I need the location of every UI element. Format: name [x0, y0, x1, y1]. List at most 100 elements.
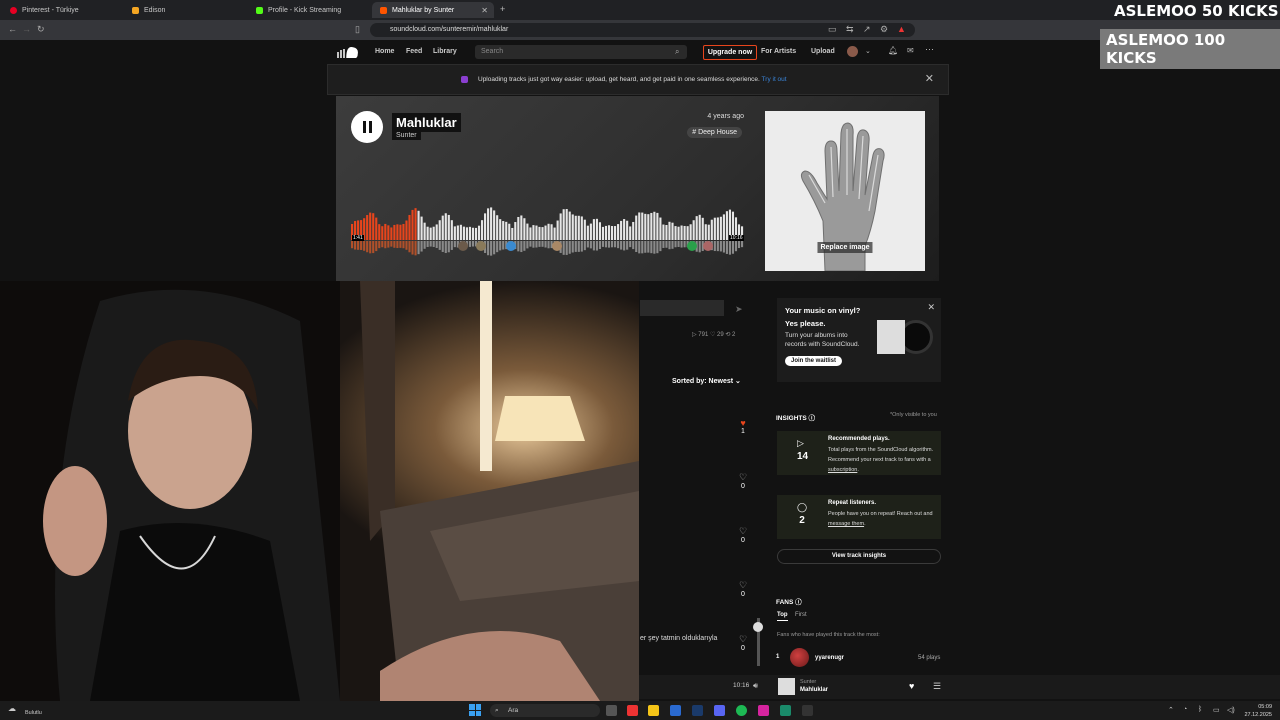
close-tab-icon[interactable]: ✕: [481, 6, 488, 15]
message-link[interactable]: message them: [828, 521, 864, 527]
search-icon[interactable]: ⌕: [675, 47, 679, 57]
comment-input[interactable]: [640, 300, 724, 316]
replace-image-button[interactable]: Replace image: [817, 242, 873, 253]
waveform-bar: [441, 215, 444, 240]
nav-library[interactable]: Library: [433, 48, 457, 55]
nav-feed[interactable]: Feed: [406, 48, 422, 55]
translate-icon[interactable]: ⇆: [846, 24, 854, 35]
start-button[interactable]: [469, 704, 481, 716]
comment-like[interactable]: ♡ 0: [737, 526, 749, 544]
more-icon[interactable]: ⋯: [925, 44, 934, 55]
avatar[interactable]: [458, 241, 468, 251]
search-input[interactable]: Search: [475, 45, 687, 59]
chevron-up-icon[interactable]: ⌃: [1168, 706, 1174, 714]
info-icon[interactable]: ⓘ: [809, 415, 816, 422]
fans-heading: FANS ⓘ: [776, 596, 802, 606]
banner-link[interactable]: Try it out: [762, 76, 787, 83]
subscription-link[interactable]: subscription: [828, 467, 857, 473]
view-insights-button[interactable]: View track insights: [777, 549, 941, 564]
pause-button[interactable]: [351, 111, 383, 143]
reload-icon[interactable]: ↻: [37, 24, 45, 35]
genre-tag[interactable]: # Deep House: [687, 127, 742, 138]
track-cover-image[interactable]: Replace image: [765, 111, 925, 271]
sort-dropdown[interactable]: Sorted by: Newest ⌄: [672, 377, 741, 385]
queue-icon[interactable]: ☰: [933, 681, 941, 692]
avatar[interactable]: [847, 46, 858, 57]
waveform-bar: [544, 225, 547, 240]
waveform-bar: [523, 218, 526, 240]
waveform-bar: [465, 227, 468, 240]
play-icon: ▷: [797, 438, 804, 448]
waveform-bar: [614, 226, 617, 240]
soundcloud-logo-icon[interactable]: [334, 46, 358, 58]
send-icon[interactable]: ➤: [735, 304, 743, 315]
nav-upload[interactable]: Upload: [811, 48, 835, 55]
track-artist[interactable]: Sunter: [392, 131, 421, 140]
bookmark-icon[interactable]: ▯: [355, 24, 360, 35]
close-icon[interactable]: ✕: [925, 65, 934, 94]
tab-first[interactable]: First: [795, 612, 807, 618]
nav-home[interactable]: Home: [375, 48, 394, 55]
avatar[interactable]: [552, 241, 562, 251]
outlook-icon[interactable]: [670, 705, 681, 716]
comment-like[interactable]: ♡ 0: [737, 634, 749, 652]
mail-icon[interactable]: ✉: [907, 46, 914, 55]
back-icon[interactable]: ←: [8, 24, 17, 34]
new-tab-button[interactable]: +: [500, 4, 505, 14]
avatar[interactable]: [476, 241, 486, 251]
repeat-icon: ◯: [797, 502, 808, 512]
volume-icon[interactable]: 🔊︎: [753, 681, 758, 691]
clock[interactable]: 05:09 27.12.2025: [1244, 703, 1272, 719]
forward-icon[interactable]: →: [22, 24, 31, 34]
app-icon[interactable]: [780, 705, 791, 716]
file-explorer-icon[interactable]: [648, 705, 659, 716]
bell-icon[interactable]: 🔔︎: [888, 46, 898, 55]
network-icon[interactable]: ▭: [1213, 706, 1220, 714]
browser-tab-bar: Pinterest - Türkiye Edison Profile - Kic…: [0, 0, 1280, 20]
taskbar-search[interactable]: ⌕ Ara: [490, 704, 600, 717]
spotify-icon[interactable]: [736, 705, 747, 716]
extensions-icon[interactable]: ⚙: [880, 24, 888, 35]
comment-like[interactable]: ♡ 0: [737, 472, 749, 490]
heart-icon[interactable]: ♥: [909, 681, 914, 691]
kicks-alert-2: ASLEMOO 100 KICKS: [1100, 29, 1280, 69]
tray-app-icon[interactable]: ◔: [1183, 706, 1187, 713]
chevron-down-icon[interactable]: ⌄: [865, 47, 871, 55]
fan-name[interactable]: yyarenugr: [815, 655, 844, 661]
weather-icon[interactable]: ☁: [8, 704, 16, 713]
close-icon[interactable]: ✕: [927, 302, 935, 313]
discord-icon[interactable]: [714, 705, 725, 716]
player-title[interactable]: Mahluklar: [800, 687, 828, 693]
avatar[interactable]: [506, 241, 516, 251]
tab-pinterest[interactable]: Pinterest - Türkiye: [2, 2, 122, 18]
comment-like[interactable]: ♥ 1: [737, 418, 749, 435]
obs-icon[interactable]: [802, 705, 813, 716]
tab-soundcloud[interactable]: Mahluklar by Sunter ✕: [372, 2, 494, 18]
avatar[interactable]: [687, 241, 697, 251]
player-thumbnail[interactable]: [778, 678, 795, 695]
avatar[interactable]: [790, 648, 809, 667]
brave-icon[interactable]: ▲: [897, 24, 906, 34]
avatar[interactable]: [703, 241, 713, 251]
cast-icon[interactable]: ▭: [828, 24, 837, 35]
tab-top[interactable]: Top: [777, 612, 788, 621]
comment-like[interactable]: ♡ 0: [737, 580, 749, 598]
upgrade-button[interactable]: Upgrade now: [703, 45, 757, 60]
info-icon[interactable]: ⓘ: [795, 599, 802, 606]
vinyl-title: Your music on vinyl?: [785, 306, 861, 315]
nav-for-artists[interactable]: For Artists: [761, 48, 796, 55]
waveform-bar: [586, 225, 589, 240]
volume-icon[interactable]: ◁): [1227, 706, 1235, 714]
instagram-icon[interactable]: [758, 705, 769, 716]
join-waitlist-button[interactable]: Join the waitlist: [785, 356, 843, 366]
player-artist[interactable]: Sunter: [800, 679, 816, 685]
steam-icon[interactable]: [692, 705, 703, 716]
share-icon[interactable]: ↗: [863, 24, 871, 35]
brave-icon[interactable]: [627, 705, 638, 716]
tab-kick[interactable]: Profile - Kick Streaming: [248, 2, 368, 18]
tab-edison[interactable]: Edison: [124, 2, 244, 18]
task-view-icon[interactable]: [606, 705, 617, 716]
volume-knob[interactable]: [753, 622, 763, 632]
bluetooth-icon[interactable]: ᛒ: [1198, 706, 1202, 713]
webcam-scene: [0, 281, 639, 701]
